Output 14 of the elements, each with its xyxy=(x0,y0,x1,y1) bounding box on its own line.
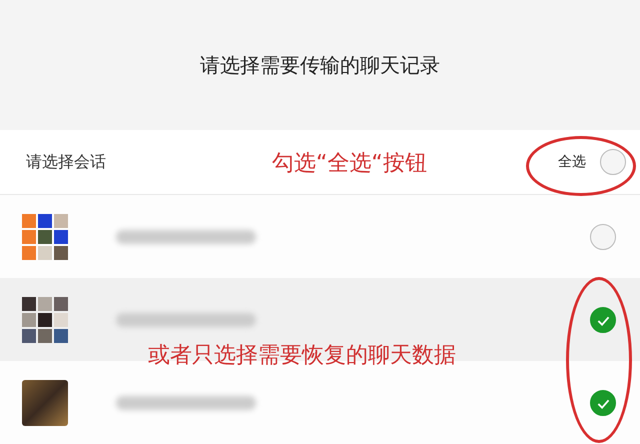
annotation-text: 或者只选择需要恢复的聊天数据 xyxy=(148,342,456,370)
group-avatar xyxy=(22,214,68,260)
check-icon xyxy=(598,399,610,409)
select-all-checkbox[interactable] xyxy=(600,149,626,175)
annotation-text: 勾选“全选“按钮 xyxy=(272,150,427,178)
section-label: 请选择会话 xyxy=(26,152,106,172)
chat-checkbox[interactable] xyxy=(590,390,616,416)
check-icon xyxy=(598,316,610,326)
avatar-placeholder xyxy=(22,380,68,426)
select-all-label: 全选 xyxy=(558,153,586,171)
screen-title: 请选择需要传输的聊天记录 xyxy=(200,52,440,78)
group-avatar xyxy=(22,296,68,342)
chat-checkbox[interactable] xyxy=(590,306,616,332)
chat-checkbox[interactable] xyxy=(590,224,616,250)
